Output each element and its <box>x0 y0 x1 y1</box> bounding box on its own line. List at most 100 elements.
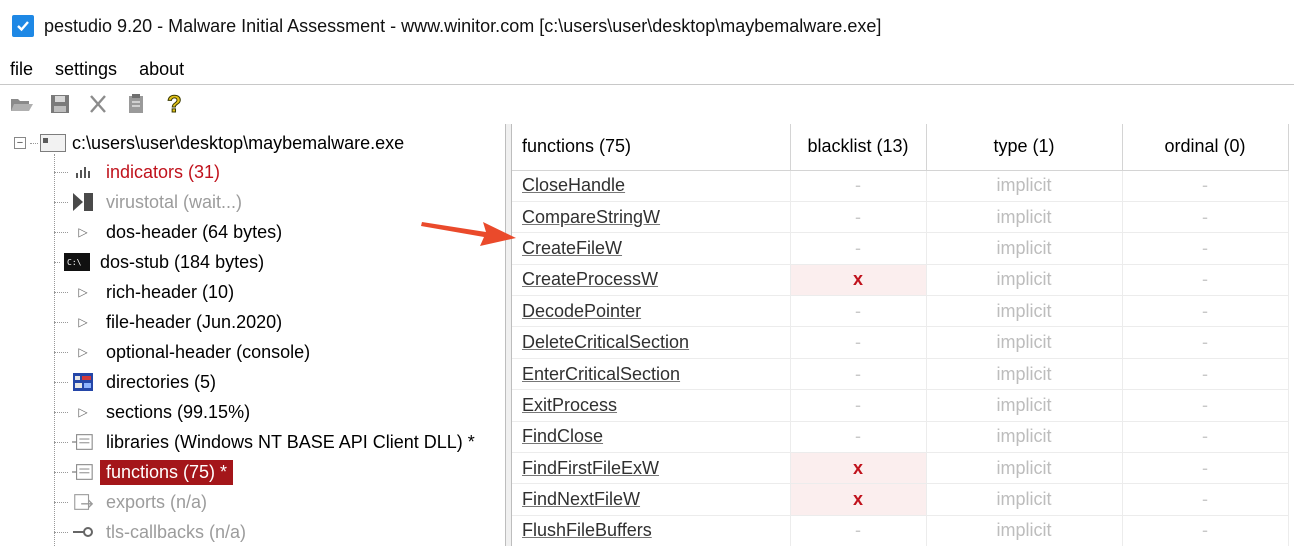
column-header-blacklist[interactable]: blacklist (13) <box>790 124 927 171</box>
svg-text:?: ? <box>167 91 182 117</box>
ordinal-cell: - <box>1122 358 1289 391</box>
type-cell: implicit <box>926 264 1123 297</box>
tree-item-directories[interactable]: directories (5) <box>54 367 216 397</box>
blacklist-cell: - <box>790 232 927 265</box>
ordinal-cell: - <box>1122 421 1289 454</box>
tree-item-label: libraries (Windows NT BASE API Client DL… <box>106 431 475 452</box>
function-name-cell[interactable]: CompareStringW <box>512 201 791 234</box>
export-icon <box>72 492 94 512</box>
menu-settings[interactable]: settings <box>55 59 117 80</box>
function-name-cell[interactable]: DecodePointer <box>512 295 791 328</box>
key-icon <box>72 522 94 542</box>
toolbar: ? <box>0 84 1294 122</box>
expand-arrow-icon[interactable]: ▷ <box>72 282 94 302</box>
tree-item-virustotal[interactable]: virustotal (wait...) <box>54 187 242 217</box>
function-name-cell[interactable]: FindFirstFileExW <box>512 452 791 485</box>
table-row[interactable]: EnterCriticalSection - implicit - <box>512 358 1289 391</box>
type-cell: implicit <box>926 170 1123 202</box>
expand-arrow-icon[interactable]: ▷ <box>72 312 94 332</box>
table-row[interactable]: FindClose - implicit - <box>512 421 1289 454</box>
function-name-cell[interactable]: FindNextFileW <box>512 483 791 516</box>
ordinal-cell: - <box>1122 515 1289 546</box>
table-row[interactable]: CloseHandle - implicit - <box>512 170 1289 202</box>
tree-item-label: indicators (31) <box>106 161 221 182</box>
expand-arrow-icon[interactable]: ▷ <box>72 342 94 362</box>
table-row[interactable]: FindFirstFileExW x implicit - <box>512 452 1289 485</box>
blacklist-cell: - <box>790 326 927 359</box>
save-icon[interactable] <box>44 89 76 119</box>
table-row[interactable]: CreateFileW - implicit - <box>512 232 1289 265</box>
table-row[interactable]: DecodePointer - implicit - <box>512 295 1289 328</box>
directories-icon <box>72 372 94 392</box>
console-icon: C:\ <box>64 252 90 272</box>
tree-item-file-header[interactable]: ▷ file-header (Jun.2020) <box>54 307 282 337</box>
tree-item-indicators[interactable]: indicators (31) <box>54 157 220 187</box>
blacklist-cell: - <box>790 515 927 546</box>
menu-bar: file settings about <box>0 54 1294 84</box>
column-header-ordinal[interactable]: ordinal (0) <box>1122 124 1289 171</box>
blacklist-cell: - <box>790 389 927 422</box>
ordinal-cell: - <box>1122 232 1289 265</box>
ordinal-cell: - <box>1122 483 1289 516</box>
annotation-arrow <box>421 222 516 246</box>
clipboard-icon[interactable] <box>120 89 152 119</box>
functions-table: functions (75) blacklist (13) type (1) o… <box>512 124 1289 546</box>
ordinal-cell: - <box>1122 170 1289 202</box>
type-cell: implicit <box>926 421 1123 454</box>
menu-file[interactable]: file <box>10 59 33 80</box>
tree-item-rich-header[interactable]: ▷ rich-header (10) <box>54 277 234 307</box>
help-icon[interactable]: ? <box>158 89 190 119</box>
title-bar: pestudio 9.20 - Malware Initial Assessme… <box>0 0 1294 52</box>
expand-arrow-icon[interactable]: ▷ <box>72 222 94 242</box>
bar-chart-icon <box>72 162 94 182</box>
ordinal-cell: - <box>1122 452 1289 485</box>
type-cell: implicit <box>926 483 1123 516</box>
expand-arrow-icon[interactable]: ▷ <box>72 402 94 422</box>
tree-item-label: file-header (Jun.2020) <box>106 311 283 332</box>
tree-item-functions[interactable]: functions (75) * <box>54 457 234 487</box>
open-folder-icon[interactable] <box>6 89 38 119</box>
tree-item-sections[interactable]: ▷ sections (99.15%) <box>54 397 250 427</box>
tree-item-label: directories (5) <box>106 371 217 392</box>
function-name-cell[interactable]: DeleteCriticalSection <box>512 326 791 359</box>
function-name-cell[interactable]: CloseHandle <box>512 170 791 202</box>
type-cell: implicit <box>926 295 1123 328</box>
tree-item-optional-header[interactable]: ▷ optional-header (console) <box>54 337 310 367</box>
tree-item-label: optional-header (console) <box>106 341 311 362</box>
ordinal-cell: - <box>1122 389 1289 422</box>
blacklist-cell: - <box>790 421 927 454</box>
tree-item-tls-callbacks[interactable]: tls-callbacks (n/a) <box>54 517 246 546</box>
collapse-icon[interactable]: − <box>14 137 26 149</box>
table-row[interactable]: DeleteCriticalSection - implicit - <box>512 326 1289 359</box>
tree-item-dos-stub[interactable]: C:\ dos-stub (184 bytes) <box>54 247 264 277</box>
tree-root-label: c:\users\user\desktop\maybemalware.exe <box>72 132 405 153</box>
type-cell: implicit <box>926 358 1123 391</box>
tree-root[interactable]: − c:\users\user\desktop\maybemalware.exe <box>14 128 404 158</box>
blacklist-cell: - <box>790 201 927 234</box>
table-row[interactable]: ExitProcess - implicit - <box>512 389 1289 422</box>
function-name-cell[interactable]: CreateProcessW <box>512 264 791 297</box>
function-name-cell[interactable]: CreateFileW <box>512 232 791 265</box>
pane-splitter[interactable] <box>505 124 512 546</box>
menu-about[interactable]: about <box>139 59 184 80</box>
blacklist-cell: - <box>790 358 927 391</box>
column-header-functions[interactable]: functions (75) <box>512 124 791 171</box>
table-row[interactable]: CreateProcessW x implicit - <box>512 264 1289 297</box>
tree-item-label: functions (75) * <box>100 459 234 485</box>
blacklist-flag-cell: x <box>790 483 927 516</box>
column-header-type[interactable]: type (1) <box>926 124 1123 171</box>
function-name-cell[interactable]: FindClose <box>512 421 791 454</box>
table-row[interactable]: FindNextFileW x implicit - <box>512 483 1289 516</box>
type-cell: implicit <box>926 232 1123 265</box>
type-cell: implicit <box>926 452 1123 485</box>
cut-icon[interactable] <box>82 89 114 119</box>
tree-item-exports[interactable]: exports (n/a) <box>54 487 207 517</box>
table-row[interactable]: CompareStringW - implicit - <box>512 201 1289 234</box>
function-name-cell[interactable]: EnterCriticalSection <box>512 358 791 391</box>
table-row[interactable]: FlushFileBuffers - implicit - <box>512 515 1289 546</box>
tree-item-dos-header[interactable]: ▷ dos-header (64 bytes) <box>54 217 282 247</box>
function-name-cell[interactable]: ExitProcess <box>512 389 791 422</box>
tree-item-libraries[interactable]: libraries (Windows NT BASE API Client DL… <box>54 427 475 457</box>
tree-item-label: exports (n/a) <box>106 491 208 512</box>
function-name-cell[interactable]: FlushFileBuffers <box>512 515 791 546</box>
